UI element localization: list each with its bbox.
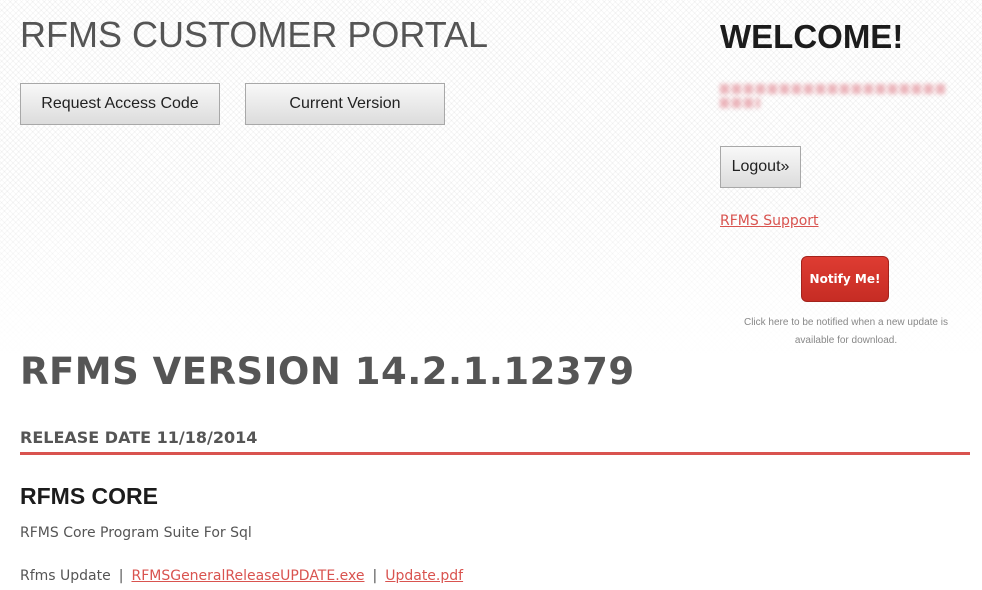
- section-title: RFMS CORE: [20, 483, 158, 509]
- version-title: RFMS VERSION 14.2.1.12379: [20, 350, 635, 393]
- release-date: RELEASE DATE 11/18/2014: [20, 428, 258, 447]
- request-access-code-button[interactable]: Request Access Code: [20, 83, 220, 125]
- notify-caption: Click here to be notified when a new upd…: [743, 317, 948, 346]
- section-divider: [20, 452, 970, 455]
- notify-me-button[interactable]: Notify Me!: [801, 256, 889, 302]
- redacted-line: [720, 98, 760, 108]
- update-pdf-link[interactable]: Update.pdf: [385, 568, 463, 584]
- current-version-button[interactable]: Current Version: [245, 83, 445, 125]
- update-links-row: Rfms Update | RFMSGeneralReleaseUPDATE.exe…: [20, 568, 463, 584]
- link-separator: |: [118, 568, 124, 584]
- portal-title: RFMS CUSTOMER PORTAL: [20, 14, 489, 55]
- redacted-user-info: [720, 80, 945, 116]
- redacted-line: [720, 84, 945, 94]
- update-exe-link[interactable]: RFMSGeneralReleaseUPDATE.exe: [131, 568, 364, 584]
- logout-button[interactable]: Logout»: [720, 146, 801, 188]
- section-description: RFMS Core Program Suite For Sql: [20, 525, 252, 541]
- welcome-heading: WELCOME!: [720, 18, 904, 55]
- rfms-support-link[interactable]: RFMS Support: [720, 213, 819, 229]
- link-separator: |: [372, 568, 378, 584]
- update-label: Rfms Update: [20, 568, 111, 584]
